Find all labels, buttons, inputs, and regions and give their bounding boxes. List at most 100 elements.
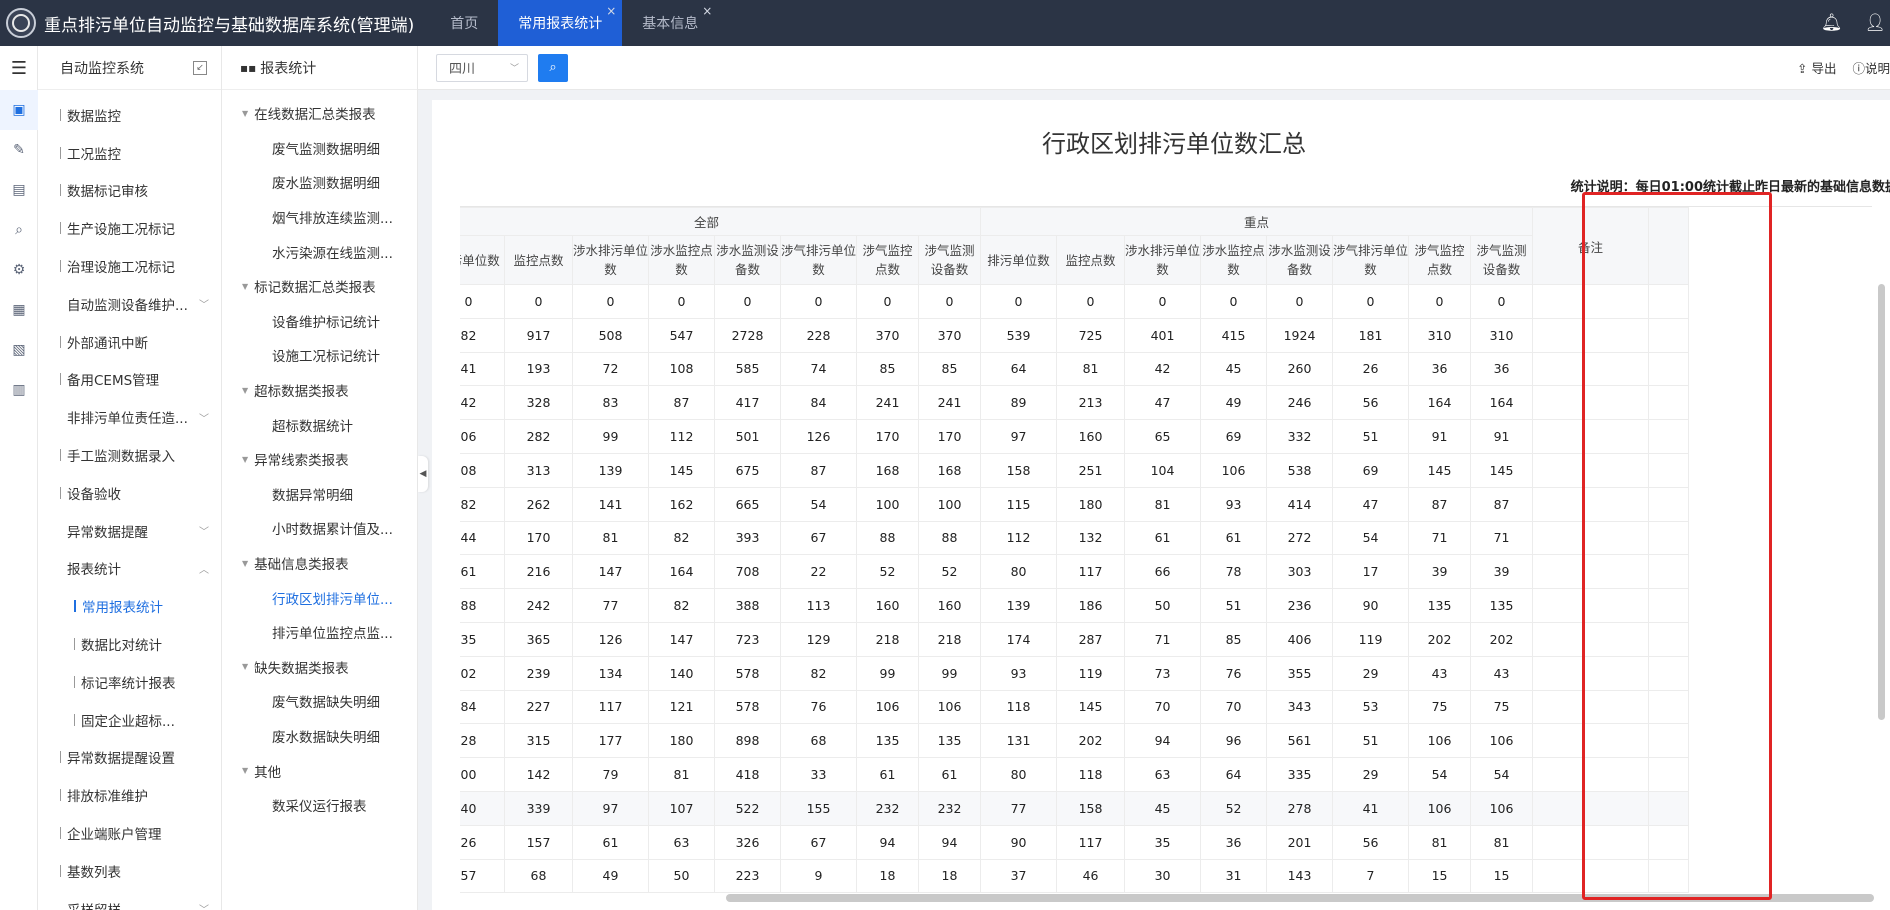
collapse-icon[interactable]: ↙ [193,60,207,75]
sidebar-item-18[interactable]: 排放标准维护 [38,776,221,814]
table-row[interactable]: 35 365 126 147 723 129 218 218 174 287 71 85 406 119 2… [460,621,1690,657]
column-header[interactable]: 监控点数 [1056,235,1126,285]
chart-icon[interactable]: ▤ [0,170,38,210]
table-row[interactable]: 57 68 49 50 223 9 18 18 37 46 30 31 143 7 15 15 [460,858,1690,894]
sidebar-item-11[interactable]: 异常数据提醒 ﹀ [38,512,221,550]
sidebar-item-9[interactable]: 手工监测数据录入 [38,436,221,474]
table-row[interactable]: 08 313 139 145 675 87 168 168 158 251 104 106 538 69 1… [460,452,1690,488]
column-header[interactable]: 涉气监控点数 [1408,235,1472,285]
tree-leaf[interactable]: 废气数据缺失明细 [222,684,417,719]
table-row[interactable]: 06 282 99 112 501 126 170 170 97 160 65 69 332 51 91 91 [460,419,1690,454]
tree-group[interactable]: ▼ 基础信息类报表 [222,546,417,581]
tree-leaf[interactable]: 废水数据缺失明细 [222,719,417,754]
region-select[interactable]: 四川 ﹀ [436,53,528,82]
edit-icon[interactable]: ✎ [0,130,38,170]
sidebar-item-8[interactable]: 非排污单位责任造... ﹀ [38,398,221,436]
sidebar-item-13[interactable]: 常用报表统计 [38,587,221,625]
sidebar-item-17[interactable]: 异常数据提醒设置 [38,739,221,777]
table-row[interactable]: 41 193 72 108 585 74 85 85 64 81 42 45 260 26 36 36 [460,351,1690,387]
tab-2[interactable]: 基本信息 × [622,0,718,46]
table-row[interactable]: 00 142 79 81 418 33 61 61 80 118 63 64 335 29 54 54 [460,757,1690,792]
column-header[interactable]: 涉水监测设备数 [714,235,781,285]
sidebar-item-14[interactable]: 数据比对统计 [38,625,221,663]
tree-leaf[interactable]: 行政区划排污单位... [222,580,417,615]
column-header[interactable]: 涉气排污单位数 [780,235,857,285]
sidebar-item-16[interactable]: 固定企业超标... [38,701,221,739]
monitor-icon[interactable]: ▣ [0,90,38,130]
column-header[interactable]: 排污单位数 [460,235,505,285]
column-header[interactable]: 涉水排污单位数 [1124,235,1202,285]
column-header[interactable]: 涉气监测设备数 [1470,235,1534,285]
sidebar-item-21[interactable]: 采样留样 ﹀ [38,890,221,910]
tree-group[interactable]: ▼ 异常线索类报表 [222,442,417,477]
tree-leaf[interactable]: 水污染源在线监测... [222,234,417,269]
menu-toggle-icon[interactable]: ☰ [0,46,38,90]
sidebar-item-12[interactable]: 报表统计 ︿ [38,550,221,588]
tree-group[interactable]: ▼ 缺失数据类报表 [222,650,417,685]
table-row[interactable]: 82 917 508 547 2728 228 370 370 539 725 401 415 1924… [460,317,1690,353]
sidebar-item-5[interactable]: 自动监测设备维护... ﹀ [38,285,221,323]
tree-group[interactable]: ▼ 在线数据汇总类报表 [222,96,417,131]
tree-leaf[interactable]: 超标数据统计 [222,407,417,442]
report-icon[interactable]: ▧ [0,330,38,370]
table-row[interactable]: 0000000000000000 [460,284,1690,319]
sidebar-item-6[interactable]: 外部通讯中断 [38,323,221,361]
tree-group[interactable]: ▼ 标记数据汇总类报表 [222,269,417,304]
sidebar-item-20[interactable]: 基数列表 [38,852,221,890]
horizontal-scrollbar[interactable] [726,894,1874,902]
sidebar-item-19[interactable]: 企业端账户管理 [38,814,221,852]
image-icon[interactable]: ▦ [0,290,38,330]
sidebar-item-0[interactable]: 数据监控 [38,96,221,134]
bell-icon[interactable]: 🔔︎ [1821,13,1843,33]
column-header[interactable]: 涉气监测设备数 [917,235,982,285]
sidebar-item-15[interactable]: 标记率统计报表 [38,663,221,701]
sidebar-item-2[interactable]: 数据标记审核 [38,172,221,210]
table-row[interactable]: 02 239 134 140 578 82 99 99 93 119 73 76 355 29 43 43 [460,655,1690,691]
close-icon[interactable]: × [702,4,712,18]
panel-toggle-icon[interactable]: ◀ [418,456,428,492]
tree-group[interactable]: ▼ 超标数据类报表 [222,373,417,408]
table-row[interactable]: 40 339 97 107 522 155 232 232 77 158 45 52 278 41 106 1… [460,790,1690,826]
tree-leaf[interactable]: 废水监测数据明细 [222,165,417,200]
sidebar-item-4[interactable]: 治理设施工况标记 [38,247,221,285]
tab-0[interactable]: 首页 [430,0,498,46]
table-row[interactable]: 44 170 81 82 393 67 88 88 112 132 61 61 272 54 71 71 [460,520,1690,556]
tree-leaf[interactable]: 设施工况标记统计 [222,338,417,373]
tree-leaf[interactable]: 废气监测数据明细 [222,131,417,166]
settings-icon[interactable]: ⚙ [0,250,38,290]
column-header[interactable]: 涉气排污单位数 [1332,235,1410,285]
tree-leaf[interactable]: 排污单位监控点监... [222,615,417,650]
vertical-scrollbar[interactable] [1878,284,1885,720]
column-header[interactable]: 涉水监控点数 [1200,235,1268,285]
user-icon[interactable]: 👤︎ [1864,13,1886,33]
column-header[interactable]: 监控点数 [504,235,573,285]
tree-leaf[interactable]: 烟气排放连续监测... [222,200,417,235]
table-row[interactable]: 42 328 83 87 417 84 241 241 89 213 47 49 246 56 164 164 [460,385,1690,421]
search-doc-icon[interactable]: ⌕ [0,210,38,250]
help-button[interactable]: ⓘ说明 [1852,58,1890,77]
close-icon[interactable]: × [606,4,616,18]
table-row[interactable]: 26 157 61 63 326 67 94 94 90 117 35 36 201 56 81 81 [460,824,1690,860]
table-row[interactable]: 28 315 177 180 898 68 135 135 131 202 94 96 561 51 106… [460,723,1690,759]
column-header[interactable]: 涉气监控点数 [856,235,919,285]
tree-leaf[interactable]: 数据异常明细 [222,477,417,512]
column-header[interactable]: 涉水监测设备数 [1266,235,1334,285]
tree-leaf[interactable]: 数采仪运行报表 [222,788,417,823]
column-header[interactable]: 排污单位数 [980,235,1058,285]
sidebar-item-10[interactable]: 设备验收 [38,474,221,512]
stats-icon[interactable]: ▥ [0,370,38,410]
sidebar-item-3[interactable]: 生产设施工况标记 [38,209,221,247]
table-row[interactable]: 88 242 77 82 388 113 160 160 139 186 50 51 236 90 135 1… [460,588,1690,623]
tree-leaf[interactable]: 小时数据累计值及... [222,511,417,546]
search-button[interactable]: ⌕ [538,53,568,82]
column-header[interactable]: 涉水监控点数 [648,235,715,285]
tree-group[interactable]: ▼ 其他 [222,753,417,788]
table-row[interactable]: 82 262 141 162 665 54 100 100 115 180 81 93 414 47 87 8… [460,486,1690,522]
sidebar-item-1[interactable]: 工况监控 [38,134,221,172]
column-header[interactable]: 涉水排污单位数 [572,235,649,285]
tree-leaf[interactable]: 设备维护标记统计 [222,304,417,339]
table-row[interactable]: 61 216 147 164 708 22 52 52 80 117 66 78 303 17 39 39 [460,554,1690,590]
table-row[interactable]: 84 227 117 121 578 76 106 106 118 145 70 70 343 53 75 7… [460,689,1690,725]
tab-1[interactable]: 常用报表统计 × [498,0,623,46]
table-viewport[interactable]: 全部 重点 备注 排污单位数监控点数涉水排污单位数涉水监控点数涉水监测设备数涉气… [460,206,1872,896]
